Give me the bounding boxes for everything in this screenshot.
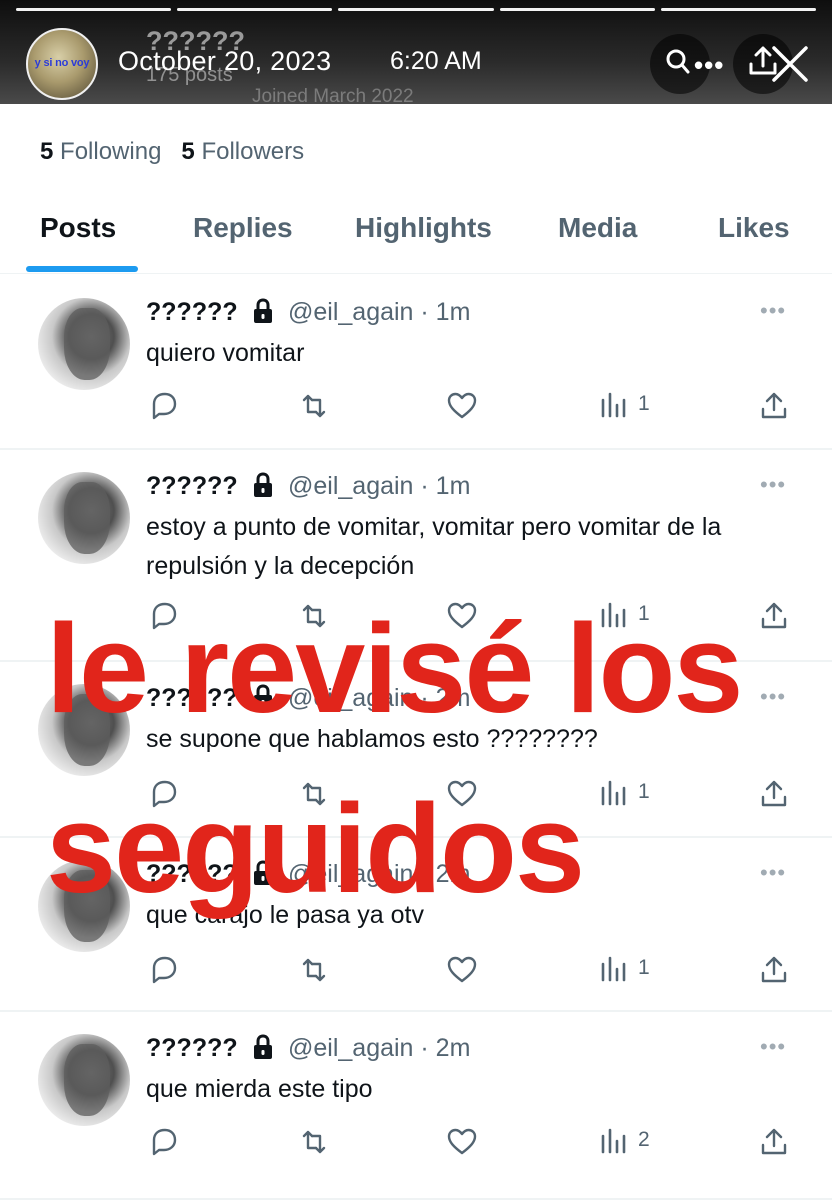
story-progress-segment <box>660 8 817 11</box>
lock-icon <box>252 1034 274 1060</box>
share-icon[interactable] <box>756 388 792 424</box>
views-count: 1 <box>638 780 650 803</box>
profile-tabs: Posts Replies Highlights Media Likes <box>0 200 832 274</box>
following-link[interactable]: 5 Following <box>40 138 161 165</box>
followers-link[interactable]: 5 Followers <box>181 138 304 165</box>
tweet-handle-time[interactable]: @eil_again · 1m <box>288 472 470 501</box>
reply-icon[interactable] <box>146 1124 182 1160</box>
underlying-joined-date: Joined March 2022 <box>252 86 414 107</box>
more-icon[interactable]: ••• <box>760 860 786 886</box>
retweet-icon[interactable] <box>296 952 332 988</box>
more-options-icon[interactable]: ••• <box>694 50 724 81</box>
retweet-icon[interactable] <box>296 388 332 424</box>
views-icon[interactable] <box>596 388 632 424</box>
story-date: October 20, 2023 <box>118 46 332 76</box>
story-avatar-caption: y si no voy <box>34 57 90 69</box>
tweet-author-name[interactable]: ?????? <box>146 1034 238 1063</box>
tweet-handle-time[interactable]: @eil_again · 1m <box>288 298 470 327</box>
tweet-author-name[interactable]: ?????? <box>146 298 238 327</box>
story-time: 6:20 AM <box>390 47 482 75</box>
tab-replies[interactable]: Replies <box>193 212 293 244</box>
story-progress-bar <box>16 8 817 11</box>
tweet-text: quiero vomitar <box>146 339 305 367</box>
tweet[interactable]: ?????? @eil_again · 1m ••• quiero vomitar 1 <box>0 276 832 450</box>
tweet-author-name[interactable]: ?????? <box>146 472 238 501</box>
views-icon[interactable] <box>596 1124 632 1160</box>
tweet-handle-time[interactable]: @eil_again · 2m <box>288 1034 470 1063</box>
views-count: 1 <box>638 956 650 979</box>
retweet-icon[interactable] <box>296 1124 332 1160</box>
follow-stats: 5 Following 5 Followers <box>40 138 304 166</box>
lock-icon <box>252 298 274 324</box>
tab-posts[interactable]: Posts <box>40 212 116 244</box>
more-icon[interactable]: ••• <box>760 472 786 498</box>
reply-icon[interactable] <box>146 952 182 988</box>
like-icon[interactable] <box>444 952 480 988</box>
like-icon[interactable] <box>444 1124 480 1160</box>
tweet-avatar[interactable] <box>38 1034 130 1126</box>
share-icon[interactable] <box>756 598 792 634</box>
search-icon <box>666 49 690 74</box>
views-count: 2 <box>638 1128 650 1151</box>
tab-media[interactable]: Media <box>558 212 637 244</box>
views-icon[interactable] <box>596 776 632 812</box>
story-progress-segment <box>16 8 172 11</box>
story-progress-segment <box>177 8 333 11</box>
tab-highlights[interactable]: Highlights <box>355 212 492 244</box>
story-overlay-text-line1: le revisé los <box>46 598 743 739</box>
tweet-actions: 1 <box>0 388 832 428</box>
more-icon[interactable]: ••• <box>760 684 786 710</box>
views-count: 1 <box>638 392 650 415</box>
story-overlay-text-line2: seguidos <box>46 778 585 919</box>
tweet-avatar[interactable] <box>38 298 130 390</box>
tweet-actions: 2 <box>0 1124 832 1164</box>
reply-icon[interactable] <box>146 388 182 424</box>
like-icon[interactable] <box>444 388 480 424</box>
story-header: y si no voy ?????? 175 posts Joined Marc… <box>0 0 832 107</box>
tweet-text: estoy a punto de vomitar, vomitar pero v… <box>146 513 722 580</box>
more-icon[interactable]: ••• <box>760 298 786 324</box>
active-tab-indicator <box>26 266 138 272</box>
views-icon[interactable] <box>596 952 632 988</box>
tab-likes[interactable]: Likes <box>718 212 790 244</box>
lock-icon <box>252 472 274 498</box>
tweet-actions: 1 <box>0 952 832 992</box>
more-icon[interactable]: ••• <box>760 1034 786 1060</box>
story-progress-segment <box>499 8 655 11</box>
share-icon[interactable] <box>756 952 792 988</box>
tweet-text: que mierda este tipo <box>146 1075 373 1103</box>
share-icon[interactable] <box>756 776 792 812</box>
tweet[interactable]: ?????? @eil_again · 2m ••• que mierda este … <box>0 1012 832 1200</box>
tweet-avatar[interactable] <box>38 472 130 564</box>
close-icon[interactable] <box>770 44 810 84</box>
story-avatar[interactable]: y si no voy <box>26 28 98 100</box>
share-icon[interactable] <box>756 1124 792 1160</box>
story-progress-segment <box>338 8 494 11</box>
